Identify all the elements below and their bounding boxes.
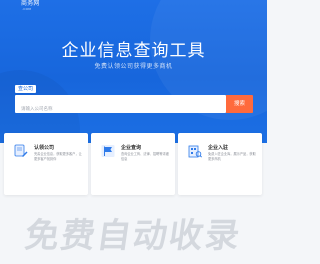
card-title: 企业查询 <box>121 145 142 151</box>
watermark-text: 免费自动收录 <box>22 216 244 256</box>
search-input[interactable] <box>15 100 226 119</box>
card-description: 查询企业工商、法律、招聘等详细信息 <box>121 152 169 161</box>
logo-subtext: .COM <box>22 7 32 11</box>
pencil-icon <box>14 144 28 157</box>
search-box <box>15 95 226 119</box>
search-tab-company[interactable]: 查公司 <box>15 85 37 93</box>
card-description: 完善企业信息，获取更多客户，让更多客户找到你 <box>34 152 82 161</box>
card-title: 认领公司 <box>34 145 55 151</box>
page-title: 企业信息查询工具 <box>61 41 206 61</box>
hero-banner: 商务网 .COM 企业信息查询工具 免费认领公司获得更多商机 查公司 搜索 <box>0 0 267 143</box>
card-company-join[interactable]: 企业入驻 免费入驻企业库，展示产品，获取更多商机 <box>178 133 262 195</box>
card-description: 免费入驻企业库，展示产品，获取更多商机 <box>208 152 256 161</box>
card-claim-company[interactable]: 认领公司 完善企业信息，获取更多客户，让更多客户找到你 <box>4 133 88 195</box>
page-subtitle: 免费认领公司获得更多商机 <box>94 63 173 70</box>
building-icon <box>188 145 202 158</box>
card-title: 企业入驻 <box>208 145 229 151</box>
flag-icon <box>101 145 115 157</box>
card-company-search[interactable]: 企业查询 查询企业工商、法律、招聘等详细信息 <box>91 133 175 195</box>
search-button[interactable]: 搜索 <box>226 95 253 113</box>
